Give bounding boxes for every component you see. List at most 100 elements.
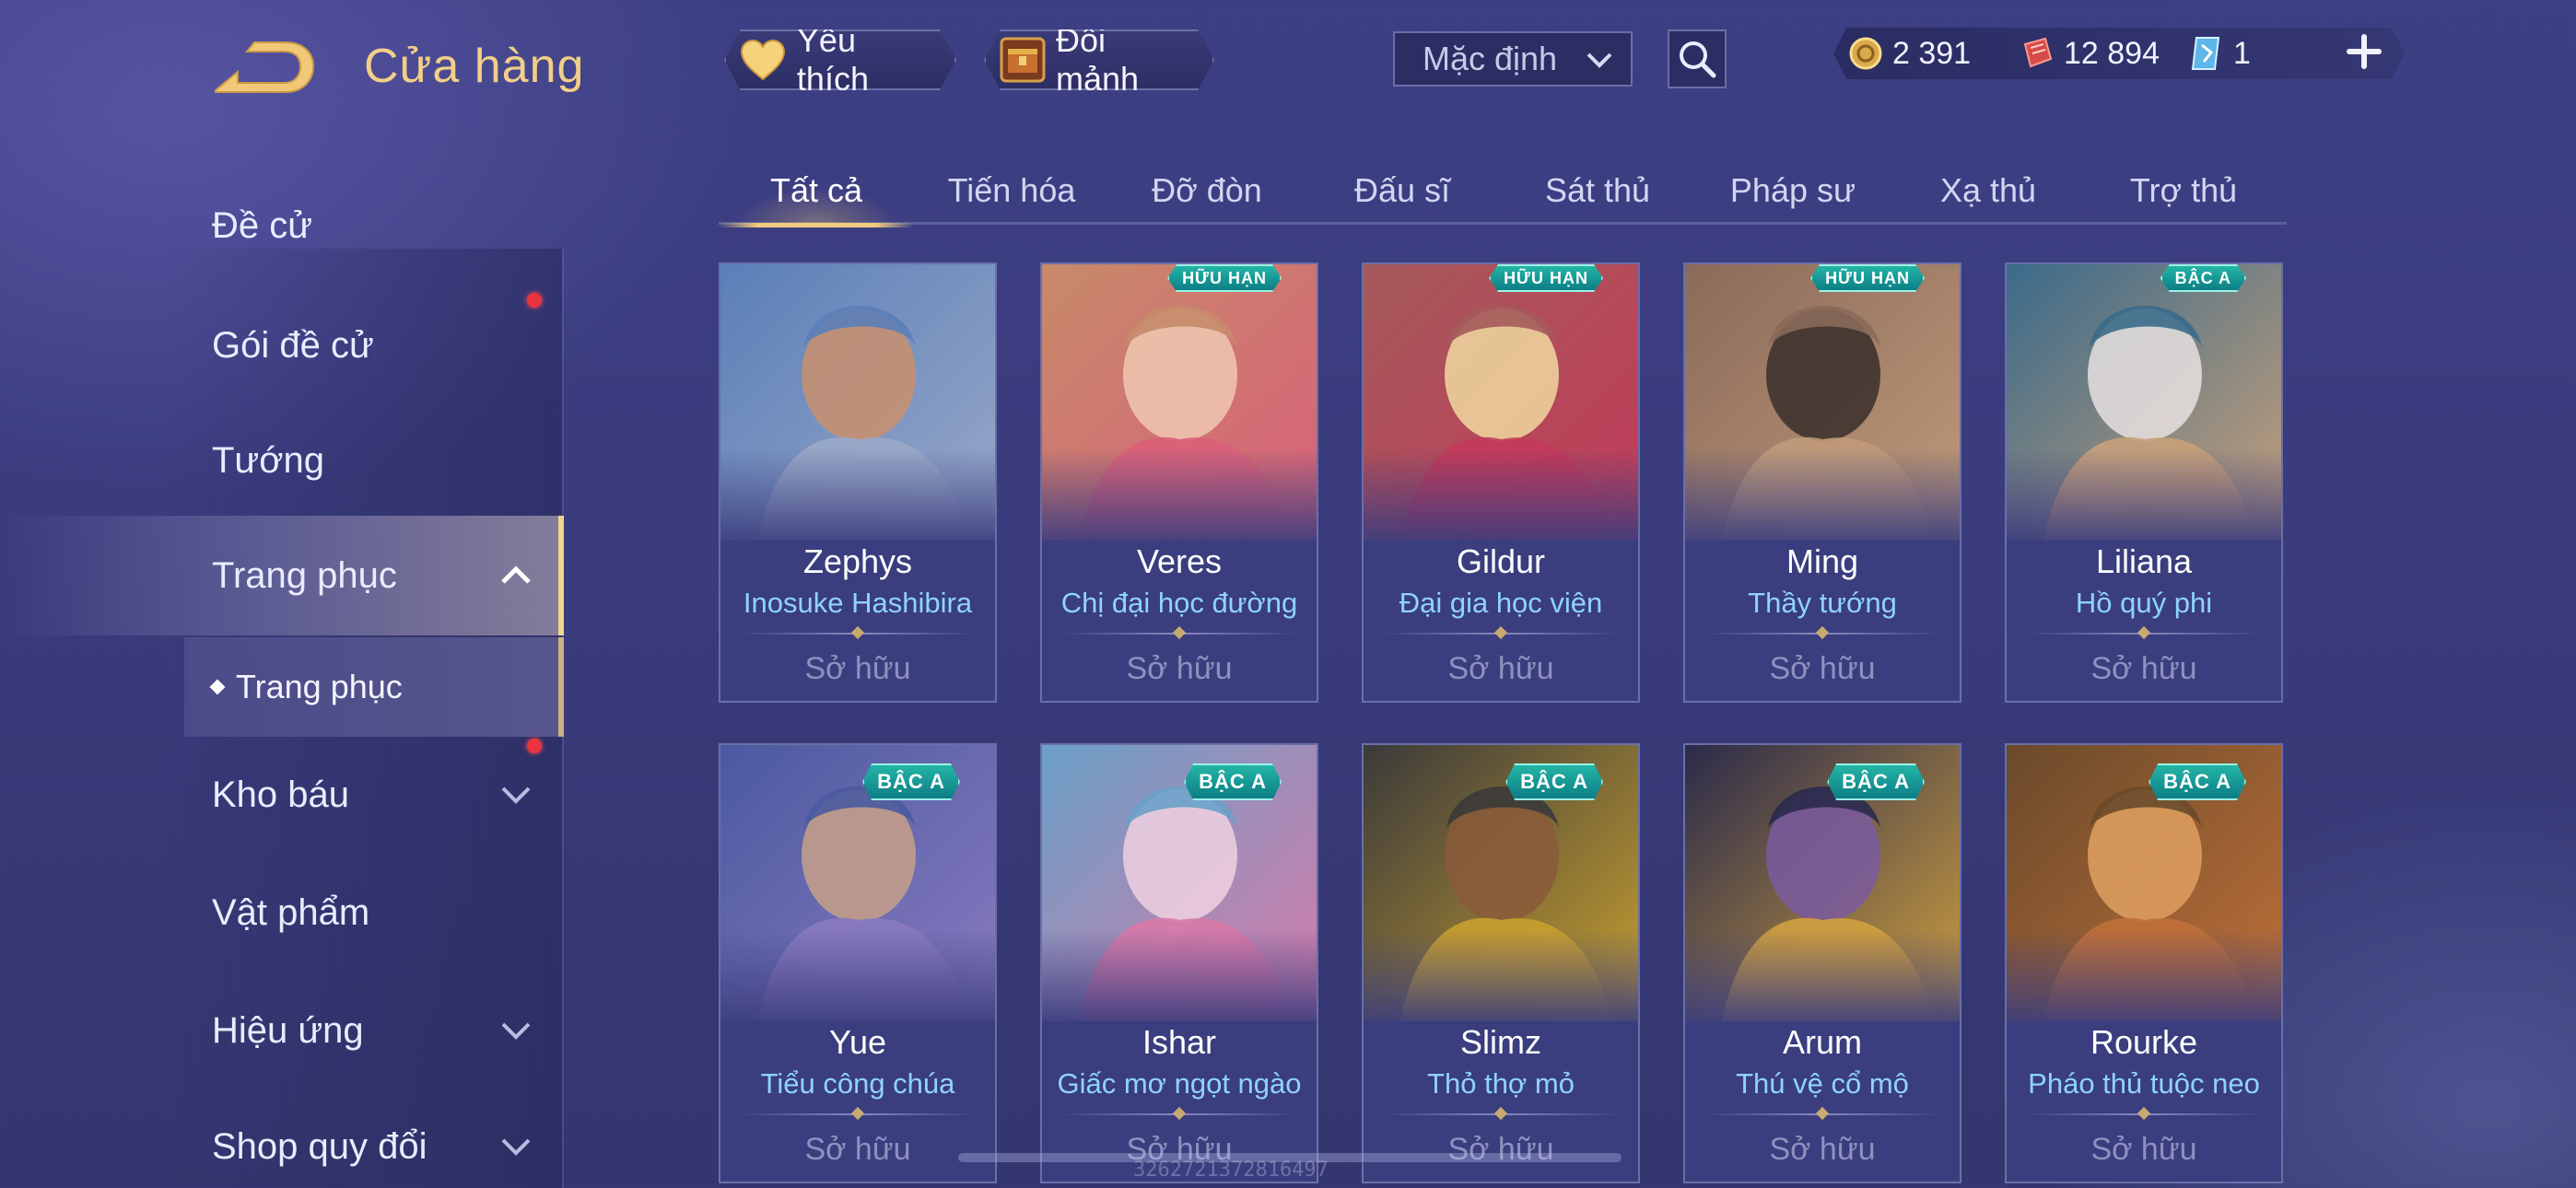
skin-name: Thỏ thợ mỏ bbox=[1427, 1067, 1575, 1100]
tab-evolution[interactable]: Tiến hóa bbox=[914, 157, 1109, 225]
sidebar-item-label: Shop quy đổi bbox=[212, 1125, 427, 1167]
sidebar-item-label: Vật phẩm bbox=[212, 891, 370, 933]
sidebar-item-recommended-packs[interactable]: Gói đề cử bbox=[0, 293, 564, 396]
sidebar-item-label: Kho báu bbox=[212, 774, 350, 815]
skin-card[interactable]: BẬC A Rourke Pháo thủ tuộc neo Sở hữu bbox=[2005, 743, 2283, 1183]
skin-name: Thầy tướng bbox=[1748, 587, 1897, 619]
ownership-status: Sở hữu bbox=[2090, 1132, 2197, 1167]
hero-name: Ishar bbox=[1142, 1023, 1217, 1061]
skin-card[interactable]: Zephys Inosuke Hashibira Sở hữu bbox=[719, 262, 997, 703]
plus-icon bbox=[2347, 34, 2382, 69]
tab-marksman[interactable]: Xạ thủ bbox=[1891, 157, 2086, 225]
card-divider bbox=[2025, 1113, 2263, 1115]
sidebar-item-label: Tướng bbox=[212, 439, 324, 481]
card-divider bbox=[1382, 1113, 1620, 1115]
rarity-badge: BẬC A bbox=[1184, 763, 1282, 800]
chevron-down-icon bbox=[501, 786, 531, 804]
tab-assassin[interactable]: Sát thủ bbox=[1500, 157, 1695, 225]
sidebar-subitem-skins[interactable]: Trang phục bbox=[184, 637, 564, 737]
skin-name: Inosuke Hashibira bbox=[743, 587, 973, 619]
gold-coin-icon bbox=[1849, 37, 1882, 70]
search-icon bbox=[1680, 41, 1716, 78]
fragment-exchange-label: Đổi mảnh bbox=[1056, 21, 1140, 98]
card-divider bbox=[1060, 633, 1298, 635]
crystal-card-icon bbox=[2191, 37, 2220, 70]
ownership-status: Sở hữu bbox=[1126, 651, 1233, 686]
chevron-down-icon bbox=[501, 1022, 531, 1040]
favorite-button[interactable]: Yêu thích bbox=[724, 29, 956, 90]
skin-card[interactable]: HỮU HẠN Veres Chị đại học đường Sở hữu bbox=[1040, 262, 1318, 703]
sidebar: Đề cử Gói đề cử Tướng Trang phục Trang p… bbox=[0, 175, 564, 1188]
skin-name: Giấc mơ ngọt ngào bbox=[1057, 1067, 1302, 1100]
sidebar-subitem-label: Trang phục bbox=[236, 668, 403, 705]
back-button[interactable] bbox=[210, 39, 319, 96]
skin-name: Tiểu công chúa bbox=[760, 1067, 955, 1100]
hero-name: Slimz bbox=[1460, 1023, 1541, 1061]
gold-currency: 2 391 bbox=[1848, 31, 1971, 76]
hero-name: Veres bbox=[1136, 542, 1223, 580]
tab-all[interactable]: Tất cả bbox=[719, 157, 914, 227]
card-divider bbox=[1704, 633, 1941, 635]
treasure-chest-icon bbox=[999, 35, 1047, 85]
tab-tank[interactable]: Đỡ đòn bbox=[1109, 157, 1305, 225]
skin-name: Đại gia học viện bbox=[1399, 587, 1603, 619]
sidebar-item-exchange-shop[interactable]: Shop quy đổi bbox=[0, 1096, 564, 1188]
heart-icon bbox=[739, 35, 788, 85]
tab-support[interactable]: Trợ thủ bbox=[2086, 157, 2281, 225]
rarity-badge: BẬC A bbox=[2149, 763, 2246, 800]
tab-mage[interactable]: Pháp sư bbox=[1695, 157, 1891, 225]
card-divider bbox=[739, 633, 977, 635]
skin-grid: Zephys Inosuke Hashibira Sở hữu HỮU HẠN Vere… bbox=[719, 262, 2287, 1188]
sidebar-item-label: Gói đề cử bbox=[212, 324, 374, 366]
skin-card[interactable]: HỮU HẠN Gildur Đại gia học viện Sở hữu bbox=[1362, 262, 1640, 703]
sidebar-item-effects[interactable]: Hiệu ứng bbox=[0, 980, 564, 1081]
rarity-badge: HỮU HẠN bbox=[1489, 264, 1603, 292]
ownership-status: Sở hữu bbox=[1447, 651, 1554, 686]
skin-card[interactable]: BẬC A Liliana Hồ quý phi Sở hữu bbox=[2005, 262, 2283, 703]
card-divider bbox=[1704, 1113, 1941, 1115]
sidebar-item-heroes[interactable]: Tướng bbox=[0, 410, 564, 511]
sidebar-item-recommended[interactable]: Đề cử bbox=[0, 175, 564, 276]
sidebar-item-skins[interactable]: Trang phục bbox=[0, 516, 564, 635]
chevron-down-icon bbox=[501, 1138, 531, 1156]
search-button[interactable] bbox=[1668, 29, 1727, 88]
add-currency-button[interactable] bbox=[2340, 28, 2388, 76]
hero-name: Arum bbox=[1782, 1023, 1862, 1061]
notification-dot bbox=[527, 739, 542, 753]
hero-name: Liliana bbox=[2095, 542, 2193, 580]
ownership-status: Sở hữu bbox=[804, 1132, 911, 1167]
skin-name: Thú vệ cổ mộ bbox=[1736, 1067, 1909, 1100]
fragment-exchange-button[interactable]: Đổi mảnh bbox=[984, 29, 1214, 90]
gem-amount: 1 bbox=[2233, 35, 2251, 71]
watermark-text: 3262721372816497 bbox=[1133, 1159, 1329, 1182]
sort-dropdown[interactable]: Mặc định bbox=[1393, 31, 1633, 87]
skin-card[interactable]: BẬC A Arum Thú vệ cổ mộ Sở hữu bbox=[1683, 743, 1961, 1183]
card-divider bbox=[2025, 633, 2263, 635]
sidebar-item-items[interactable]: Vật phẩm bbox=[0, 862, 564, 963]
gem-currency: 1 bbox=[2187, 31, 2251, 76]
hero-name: Ming bbox=[1786, 542, 1859, 580]
favorite-label: Yêu thích bbox=[796, 21, 869, 98]
chevron-down-icon bbox=[1587, 52, 1612, 68]
hero-name: Zephys bbox=[802, 542, 913, 580]
sidebar-item-treasure[interactable]: Kho báu bbox=[0, 739, 564, 845]
gold-amount: 2 391 bbox=[1892, 35, 1972, 71]
rarity-badge: BẬC A bbox=[2160, 264, 2246, 292]
skin-card[interactable]: HỮU HẠN Ming Thầy tướng Sở hữu bbox=[1683, 262, 1961, 703]
skin-card[interactable]: BẬC A Yue Tiểu công chúa Sở hữu bbox=[719, 743, 997, 1183]
tab-fighter[interactable]: Đấu sĩ bbox=[1305, 157, 1500, 225]
ownership-status: Sở hữu bbox=[1447, 1132, 1554, 1167]
rarity-badge: HỮU HẠN bbox=[1167, 264, 1282, 292]
voucher-currency: 12 894 bbox=[2018, 31, 2160, 76]
card-divider bbox=[1382, 633, 1620, 635]
red-voucher-icon bbox=[2023, 37, 2053, 68]
page-title: Cửa hàng bbox=[364, 40, 585, 93]
skin-name: Hồ quý phi bbox=[2075, 587, 2213, 619]
back-arrow-icon bbox=[215, 41, 315, 93]
skin-card[interactable]: BẬC A Ishar Giấc mơ ngọt ngào Sở hữu bbox=[1040, 743, 1318, 1183]
card-divider bbox=[1060, 1113, 1298, 1115]
notification-dot bbox=[527, 293, 542, 308]
sidebar-item-label: Trang phục bbox=[212, 554, 397, 596]
skin-card[interactable]: BẬC A Slimz Thỏ thợ mỏ Sở hữu bbox=[1362, 743, 1640, 1183]
sort-selected-value: Mặc định bbox=[1423, 40, 1558, 77]
